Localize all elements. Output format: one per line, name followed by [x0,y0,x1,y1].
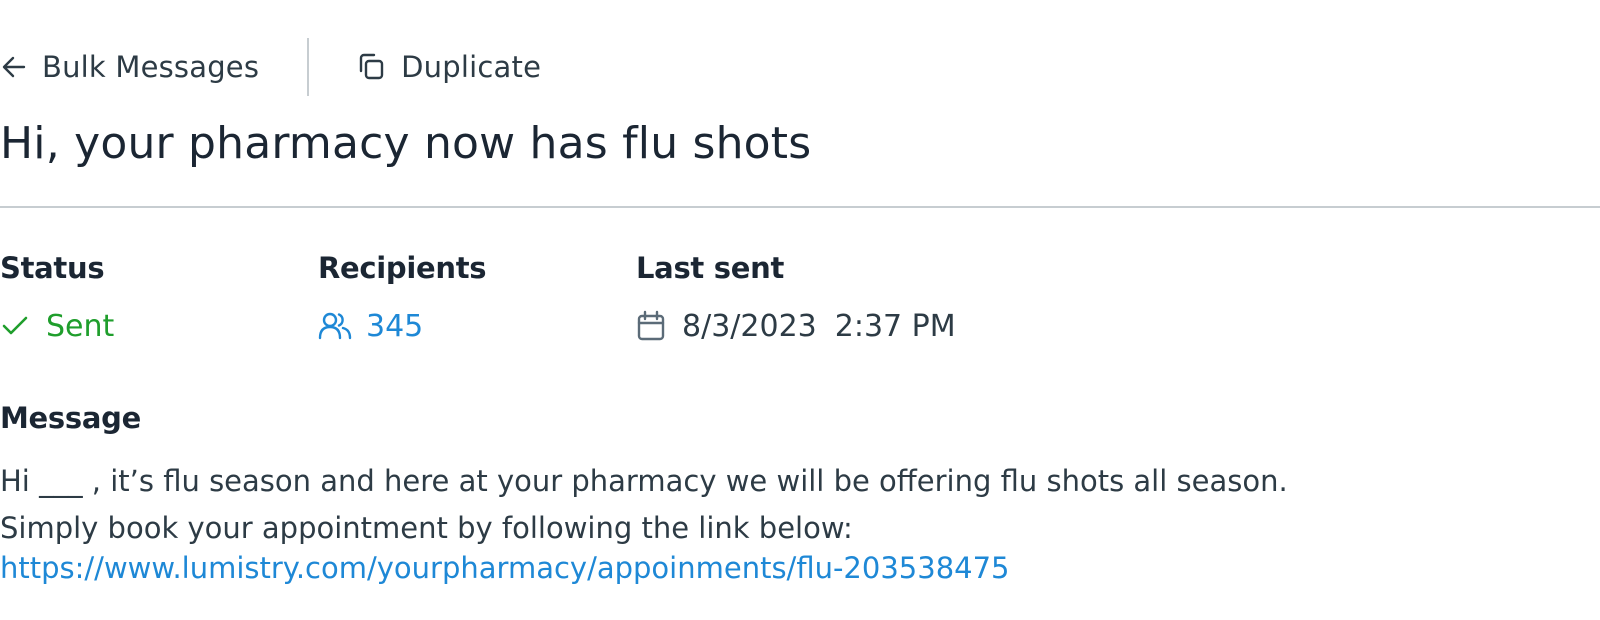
recipients-count-link[interactable]: 345 [318,304,486,348]
last-sent-date: 8/3/2023 [682,308,817,344]
calendar-icon [636,310,666,342]
back-to-bulk-messages-link[interactable]: Bulk Messages [0,38,310,96]
appointment-link[interactable]: https://www.lumistry.com/yourpharmacy/ap… [0,548,1010,588]
status-value: Sent [0,304,114,348]
status-badge: Sent [46,308,115,344]
status-label: Status [0,251,105,285]
header-toolbar: Bulk Messages Duplicate [0,38,541,96]
message-label: Message [0,401,141,435]
users-icon [318,311,352,341]
recipients-label: Recipients [318,251,487,285]
last-sent-value: 8/3/2023 2:37 PM [636,304,956,348]
recipients-count: 345 [366,308,424,344]
duplicate-icon [355,51,387,83]
duplicate-button[interactable]: Duplicate [355,38,541,96]
status-section: Status Sent [0,248,114,348]
recipients-section: Recipients 345 [318,248,487,348]
arrow-left-icon [0,53,28,81]
last-sent-time: 2:37 PM [834,308,956,344]
header-divider [0,206,1600,208]
check-icon [0,311,30,341]
last-sent-section: Last sent 8/3/2023 2:37 PM [636,248,956,348]
message-body: Hi ___ , it’s flu season and here at you… [0,464,1288,545]
page-title: Hi, your pharmacy now has flu shots [0,118,812,169]
last-sent-label: Last sent [636,251,785,285]
duplicate-label: Duplicate [401,50,542,84]
back-link-label: Bulk Messages [42,50,260,84]
